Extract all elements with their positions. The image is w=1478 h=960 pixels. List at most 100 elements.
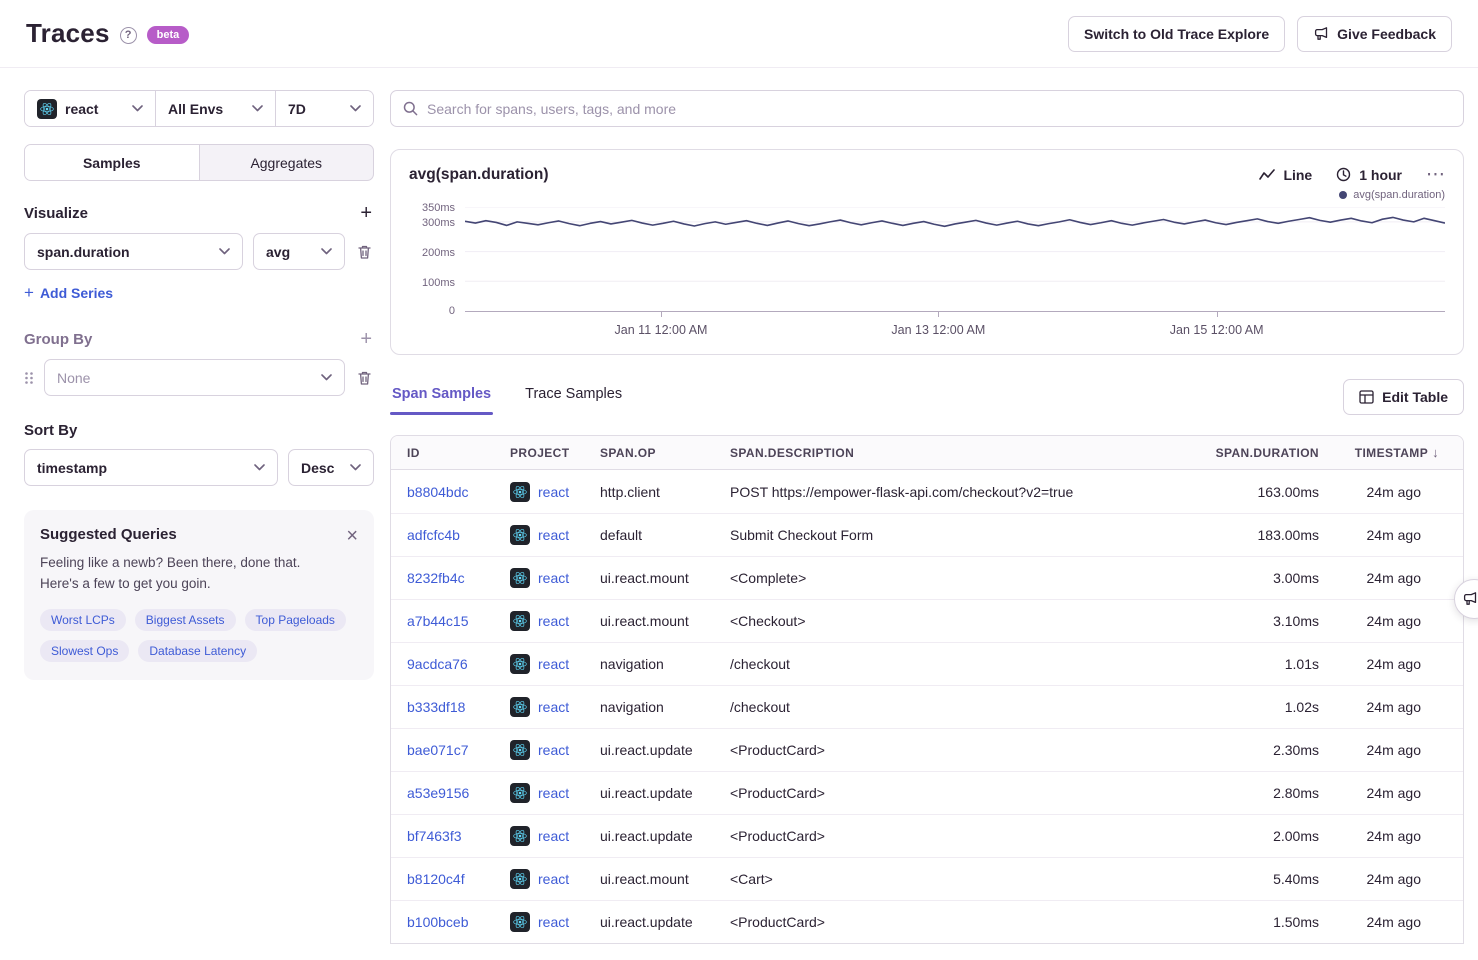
project-link[interactable]: react <box>538 656 569 672</box>
chart-type-toggle[interactable]: Line <box>1259 167 1312 183</box>
span-op-cell: ui.react.mount <box>600 570 730 586</box>
span-id-cell: adfcfc4b <box>407 527 510 543</box>
timestamp-link[interactable]: 24m ago <box>1367 871 1421 887</box>
project-selector[interactable]: react <box>25 91 156 126</box>
span-id-cell: a53e9156 <box>407 785 510 801</box>
delete-group-by-button[interactable] <box>355 368 374 388</box>
page-filter-bar: react All Envs 7D <box>24 90 374 127</box>
span-id-link[interactable]: b8804bdc <box>407 484 469 500</box>
delete-series-button[interactable] <box>355 242 374 262</box>
span-id-cell: b100bceb <box>407 914 510 930</box>
clock-icon <box>1336 167 1351 182</box>
span-id-link[interactable]: b100bceb <box>407 914 469 930</box>
add-group-by-icon[interactable]: + <box>360 329 372 349</box>
span-samples-table: ID PROJECT SPAN.OP SPAN.DESCRIPTION SPAN… <box>390 435 1464 944</box>
help-icon[interactable]: ? <box>120 27 137 44</box>
plus-icon: + <box>24 283 34 303</box>
timestamp-link[interactable]: 24m ago <box>1367 570 1421 586</box>
column-header-span-op[interactable]: SPAN.OP <box>600 446 730 460</box>
project-link[interactable]: react <box>538 699 569 715</box>
project-link[interactable]: react <box>538 742 569 758</box>
environment-selector[interactable]: All Envs <box>156 91 276 126</box>
suggested-query-pill[interactable]: Worst LCPs <box>40 609 126 631</box>
span-id-link[interactable]: bae071c7 <box>407 742 469 758</box>
group-by-select[interactable]: None <box>44 359 345 396</box>
overflow-menu-icon[interactable]: ⋯ <box>1426 165 1445 184</box>
span-id-link[interactable]: bf7463f3 <box>407 828 462 844</box>
react-project-icon <box>510 869 530 889</box>
chevron-down-icon <box>350 105 361 112</box>
sort-direction-select[interactable]: Desc <box>288 449 374 486</box>
chart-interval-select[interactable]: 1 hour <box>1336 167 1402 183</box>
add-visualize-icon[interactable]: + <box>360 203 372 223</box>
span-description-cell: <ProductCard> <box>730 785 1149 801</box>
timestamp-link[interactable]: 24m ago <box>1367 484 1421 500</box>
search-input[interactable] <box>427 101 1451 117</box>
sort-field-select[interactable]: timestamp <box>24 449 278 486</box>
chevron-down-icon <box>321 374 332 381</box>
project-link[interactable]: react <box>538 570 569 586</box>
column-header-timestamp[interactable]: TIMESTAMP ↓ <box>1319 445 1447 460</box>
timestamp-link[interactable]: 24m ago <box>1367 527 1421 543</box>
chevron-down-icon <box>350 464 361 471</box>
project-link[interactable]: react <box>538 613 569 629</box>
span-op-cell: ui.react.mount <box>600 613 730 629</box>
date-range-selector[interactable]: 7D <box>276 91 373 126</box>
group-by-label: Group By <box>24 331 92 348</box>
add-series-button[interactable]: + Add Series <box>24 283 113 303</box>
project-link[interactable]: react <box>538 828 569 844</box>
tab-span-samples[interactable]: Span Samples <box>390 380 493 415</box>
sort-by-label: Sort By <box>24 422 374 439</box>
tab-trace-samples[interactable]: Trace Samples <box>523 380 624 415</box>
drag-handle-icon[interactable] <box>24 371 34 385</box>
span-id-link[interactable]: b8120c4f <box>407 871 465 887</box>
tab-samples[interactable]: Samples <box>25 145 199 180</box>
column-header-span-duration[interactable]: SPAN.DURATION <box>1149 446 1319 460</box>
suggested-query-pill[interactable]: Top Pageloads <box>245 609 346 631</box>
tab-aggregates[interactable]: Aggregates <box>199 145 374 180</box>
timestamp-header-label: TIMESTAMP <box>1355 446 1428 460</box>
switch-old-trace-explore-button[interactable]: Switch to Old Trace Explore <box>1068 16 1285 52</box>
project-link[interactable]: react <box>538 527 569 543</box>
project-cell: react <box>510 869 600 889</box>
timestamp-link[interactable]: 24m ago <box>1367 914 1421 930</box>
timestamp-link[interactable]: 24m ago <box>1367 828 1421 844</box>
span-id-link[interactable]: a7b44c15 <box>407 613 469 629</box>
span-op-cell: default <box>600 527 730 543</box>
suggested-query-pill[interactable]: Slowest Ops <box>40 640 129 662</box>
timestamp-link[interactable]: 24m ago <box>1367 742 1421 758</box>
timestamp-link[interactable]: 24m ago <box>1367 656 1421 672</box>
span-op-cell: ui.react.update <box>600 742 730 758</box>
span-duration-cell: 2.30ms <box>1149 742 1319 758</box>
visualize-field-select[interactable]: span.duration <box>24 233 243 270</box>
project-link[interactable]: react <box>538 914 569 930</box>
x-tick: Jan 15 12:00 AM <box>1170 323 1264 337</box>
visualize-aggregate-select[interactable]: avg <box>253 233 345 270</box>
span-id-link[interactable]: adfcfc4b <box>407 527 460 543</box>
timestamp-link[interactable]: 24m ago <box>1367 699 1421 715</box>
close-icon[interactable]: × <box>346 526 358 546</box>
edit-table-button[interactable]: Edit Table <box>1343 379 1464 415</box>
column-header-span-description[interactable]: SPAN.DESCRIPTION <box>730 446 1149 460</box>
give-feedback-button[interactable]: Give Feedback <box>1297 16 1452 52</box>
span-id-cell: 8232fb4c <box>407 570 510 586</box>
project-link[interactable]: react <box>538 871 569 887</box>
project-link[interactable]: react <box>538 785 569 801</box>
span-id-link[interactable]: b333df18 <box>407 699 465 715</box>
span-id-link[interactable]: 9acdca76 <box>407 656 468 672</box>
span-id-link[interactable]: a53e9156 <box>407 785 469 801</box>
timestamp-link[interactable]: 24m ago <box>1367 613 1421 629</box>
span-id-link[interactable]: 8232fb4c <box>407 570 465 586</box>
timestamp-cell: 24m ago <box>1319 914 1447 930</box>
span-description-cell: <ProductCard> <box>730 742 1149 758</box>
suggested-query-pill[interactable]: Biggest Assets <box>135 609 236 631</box>
column-header-id[interactable]: ID <box>407 446 510 460</box>
suggested-query-pill[interactable]: Database Latency <box>138 640 257 662</box>
span-description-cell: <ProductCard> <box>730 914 1149 930</box>
span-id-cell: b8804bdc <box>407 484 510 500</box>
timestamp-link[interactable]: 24m ago <box>1367 785 1421 801</box>
column-header-project[interactable]: PROJECT <box>510 446 600 460</box>
add-series-label: Add Series <box>40 285 113 301</box>
project-link[interactable]: react <box>538 484 569 500</box>
chart-plot-area[interactable] <box>465 207 1445 312</box>
